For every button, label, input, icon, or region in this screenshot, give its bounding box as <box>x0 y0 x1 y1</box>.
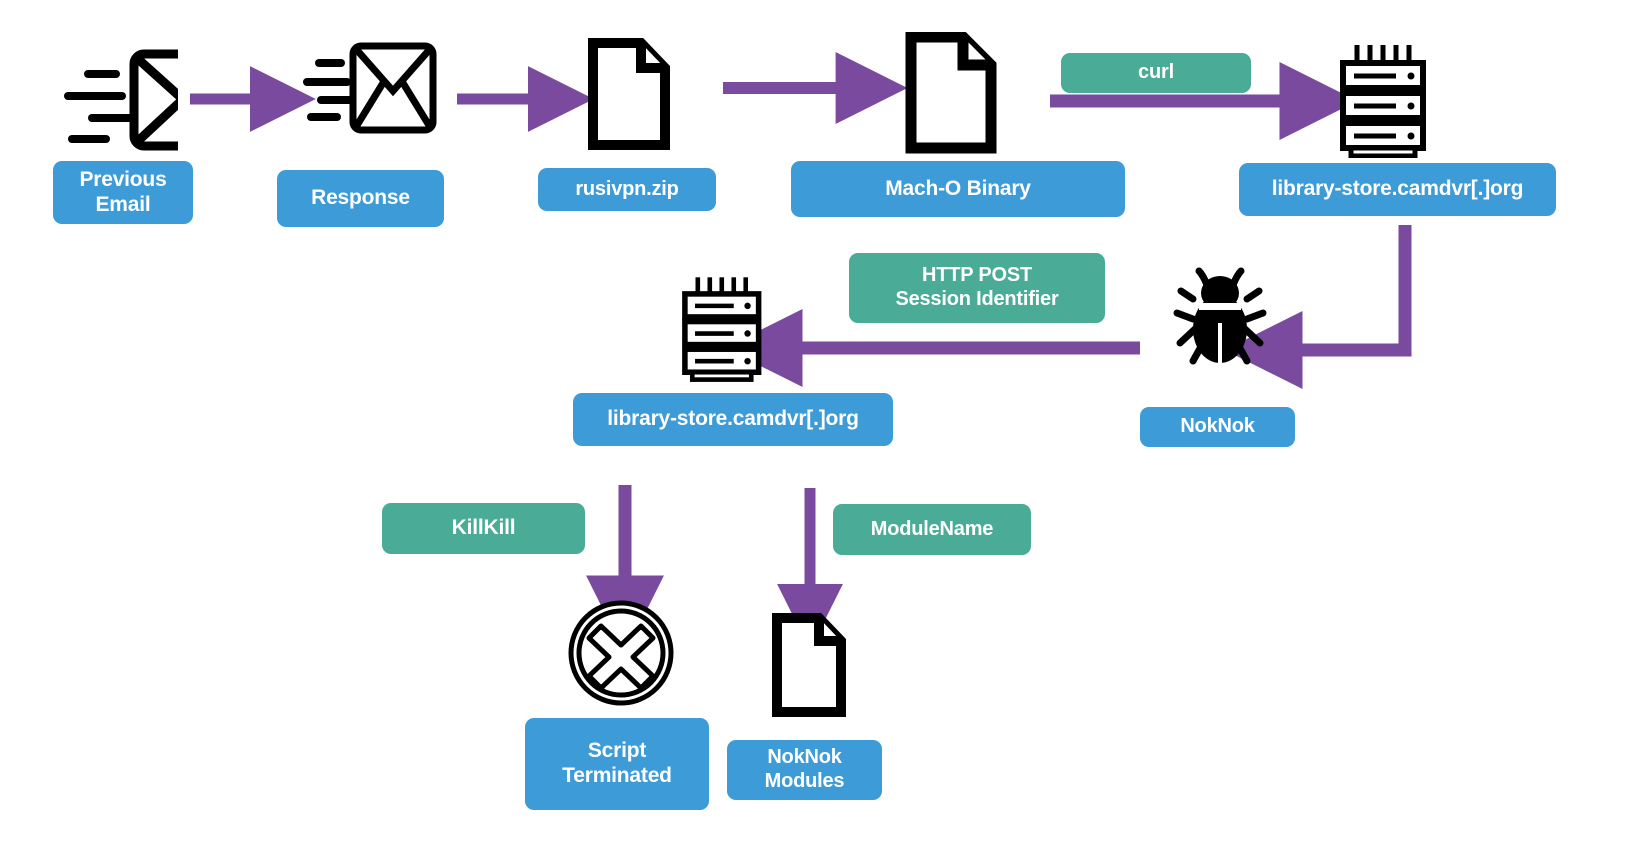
server-icon <box>1329 42 1431 158</box>
action-label-curl[interactable]: curl <box>1061 53 1251 93</box>
node-label-macho-binary[interactable]: Mach-O Binary <box>791 161 1125 217</box>
email-icon <box>18 42 178 154</box>
server-icon <box>672 272 766 384</box>
document-icon <box>905 32 997 154</box>
node-label-c2-server-mid[interactable]: library-store.camdvr[.]org <box>573 393 893 446</box>
node-label-previous-email[interactable]: Previous Email <box>53 161 193 224</box>
bug-icon <box>1163 267 1277 377</box>
node-label-c2-server-top[interactable]: library-store.camdvr[.]org <box>1239 163 1556 216</box>
action-label-killkill[interactable]: KillKill <box>382 503 585 554</box>
email-icon <box>255 38 455 150</box>
node-label-script-terminated[interactable]: Script Terminated <box>525 718 709 810</box>
diagram-canvas: Previous Email Response rusivpn.zip Mach… <box>0 0 1642 868</box>
action-label-modulename[interactable]: ModuleName <box>833 504 1031 555</box>
node-label-response[interactable]: Response <box>277 170 444 227</box>
node-label-rusivpn-zip[interactable]: rusivpn.zip <box>538 168 716 211</box>
document-icon <box>771 613 847 717</box>
document-icon <box>587 38 671 150</box>
node-label-noknok-modules[interactable]: NokNok Modules <box>727 740 882 800</box>
arrow-c2-server-to-noknok <box>1224 225 1412 389</box>
action-label-http-post[interactable]: HTTP POST Session Identifier <box>849 253 1105 323</box>
node-label-noknok[interactable]: NokNok <box>1140 407 1295 447</box>
x-circle-icon <box>565 597 677 709</box>
